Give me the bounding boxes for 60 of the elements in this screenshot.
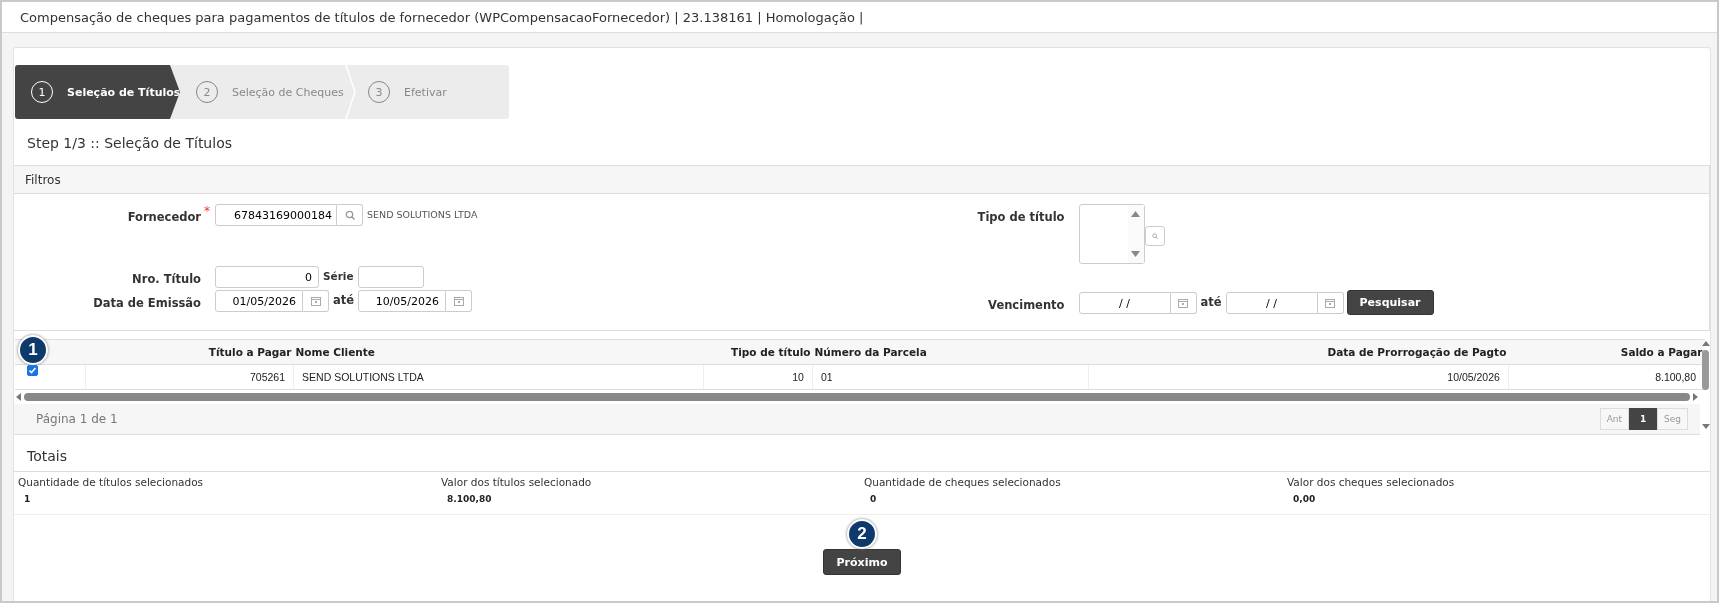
column-header[interactable]: Número da Parcela [812, 339, 1088, 365]
column-header[interactable]: Nome Cliente [293, 339, 704, 365]
table-cell: 705261 [85, 364, 294, 390]
table-cell: 10 [703, 364, 813, 390]
column-header[interactable]: Saldo a Pagar [1508, 339, 1705, 365]
series-field[interactable] [357, 266, 424, 288]
calendar-icon [453, 296, 464, 306]
column-header[interactable]: Título a Pagar [85, 339, 294, 365]
title-number-field[interactable]: 0 [215, 266, 319, 288]
step-heading: Step 1/3 :: Seleção de Títulos [27, 135, 233, 153]
total-value: 0 [870, 494, 878, 504]
wizard-step[interactable]: 1 Seleção de Títulos [15, 65, 180, 119]
scroll-right-icon [1693, 393, 1698, 401]
table-cell: 01 [812, 364, 1088, 390]
search-button[interactable] [337, 204, 363, 226]
field-label: Fornecedor [127, 210, 201, 224]
search-button[interactable] [1144, 226, 1165, 246]
calendar-icon [1178, 298, 1188, 308]
column-header[interactable]: Tipo de título [703, 339, 813, 365]
supplier-field[interactable]: 67843169000184 [215, 204, 337, 226]
search-icon [1151, 231, 1158, 241]
down-arrow-icon [1131, 251, 1140, 257]
total-value: 8.100,80 [447, 494, 493, 504]
field-label: Série [322, 269, 355, 282]
search-button[interactable]: Pesquisar [1346, 290, 1434, 315]
page-info: Página 1 de 1 [36, 412, 118, 426]
list-box[interactable] [1078, 204, 1145, 264]
callout-badge: 2 [847, 519, 877, 549]
field-label: Nro. Título [132, 272, 201, 286]
callout-badge: 1 [18, 335, 48, 365]
field-label: até [332, 292, 356, 307]
horizontal-scrollbar[interactable] [16, 390, 1698, 404]
total-value: 1 [24, 494, 32, 504]
vertical-scrollbar[interactable] [1701, 341, 1710, 429]
totals-header: Totais [14, 441, 1710, 472]
scroll-left-icon [16, 393, 21, 401]
calendar-icon [1325, 298, 1336, 308]
field-label: Vencimento [988, 298, 1065, 312]
search-icon [344, 210, 355, 220]
field-label: Tipo de título [977, 210, 1065, 224]
required-mark: * [204, 204, 210, 218]
total-label: Quantidade de títulos selecionados [18, 476, 205, 488]
total-value: 0,00 [1293, 494, 1317, 504]
up-arrow-icon [1131, 211, 1140, 217]
supplier-name: SEND SOLUTIONS LTDA [367, 208, 478, 220]
table-cell: SEND SOLUTIONS LTDA [293, 364, 704, 390]
field-label: Data de Emissão [93, 296, 201, 310]
total-label: Quantidade de cheques selecionados [864, 476, 1062, 488]
total-label: Valor dos cheques selecionados [1287, 476, 1456, 488]
field-label: até [1199, 294, 1223, 309]
next-button[interactable]: Próximo [823, 549, 901, 575]
scroll-down-icon [1701, 424, 1710, 429]
page-button[interactable]: 1 [1629, 408, 1658, 430]
column-header[interactable]: Data de Prorrogação de Pagto [1088, 339, 1509, 365]
calendar-icon [310, 296, 321, 306]
total-label: Valor dos títulos selecionado [441, 476, 593, 488]
table-cell: 10/05/2026 [1088, 364, 1509, 390]
checkbox[interactable] [27, 365, 38, 376]
scroll-up-icon [1701, 341, 1710, 346]
filters-header: Filtros [14, 166, 1709, 194]
